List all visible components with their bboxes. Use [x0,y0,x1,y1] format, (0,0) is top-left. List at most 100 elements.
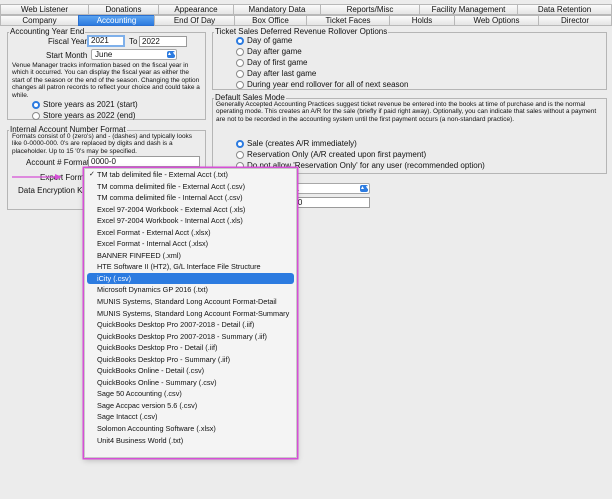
chevron-updown-icon: ▲▼ [167,51,177,58]
tab-ticket-faces[interactable]: Ticket Faces [306,15,389,26]
account-format-input[interactable]: 0000-0 [88,156,200,167]
right-partial-select[interactable]: da ▲▼ [286,183,370,194]
dropdown-item-label: Microsoft Dynamics GP 2016 (.txt) [97,285,208,295]
chevron-updown-icon: ▲▼ [360,185,370,192]
tab-data-retention[interactable]: Data Retention [517,4,612,15]
dropdown-item-label: QuickBooks Desktop Pro - Summary (.iif) [97,354,230,364]
accounting-year-description: Venue Manager tracks information based o… [12,62,200,99]
internal-account-description: Formats consist of 0 (zero's) and - (das… [12,133,193,155]
dropdown-item-label: MUNIS Systems, Standard Long Account For… [97,297,277,307]
dropdown-item-label: Unit4 Business World (.txt) [97,435,184,445]
dropdown-item[interactable]: Excel Format - Internal Acct (.xlsx) [85,238,296,250]
dropdown-item[interactable]: Excel 97-2004 Workbook - Internal Acct (… [85,215,296,227]
dropdown-item[interactable]: QuickBooks Online - Detail (.csv) [85,365,296,377]
dropdown-item-label: Excel Format - External Acct (.xlsx) [97,227,211,237]
dropdown-item[interactable]: BANNER FINFEED (.xml) [85,250,296,262]
dropdown-item[interactable]: TM comma delimited file - Internal Acct … [85,192,296,204]
dropdown-item[interactable]: HTE Software II (HT2), G/L Interface Fil… [85,261,296,273]
store-years-end-radio[interactable]: Store years as 2022 (end) [32,111,136,120]
tab-web-listener[interactable]: Web Listener [0,4,88,15]
to-label: To [129,37,138,46]
dropdown-item[interactable]: TM comma delimited file - External Acct … [85,181,296,193]
dropdown-item-label: iCity (.csv) [97,273,132,283]
tab-reports-misc[interactable]: Reports/Misc [320,4,419,15]
sales-mode-sale-radio[interactable]: Sale (creates A/R immediately) [236,139,357,148]
dropdown-item-label: Excel 97-2004 Workbook - Internal Acct (… [97,216,243,226]
dropdown-item[interactable]: MUNIS Systems, Standard Long Account For… [85,308,296,320]
rollover-day-after-game-radio[interactable]: Day after game [236,47,302,56]
dropdown-item[interactable]: MUNIS Systems, Standard Long Account For… [85,296,296,308]
rollover-day-after-last-game-radio[interactable]: Day after last game [236,69,316,78]
sales-mode-description: Generally Accepted Accounting Practices … [216,101,597,123]
dropdown-item[interactable]: Excel Format - External Acct (.xlsx) [85,227,296,239]
tab-web-options[interactable]: Web Options [454,15,538,26]
tab-appearance[interactable]: Appearance [158,4,233,15]
dropdown-item[interactable]: ✓ TM tab delimited file - External Acct (… [85,169,296,181]
dropdown-item-label: TM comma delimited file - External Acct … [97,181,245,191]
fiscal-year-input[interactable]: 2021 [87,35,125,47]
dropdown-item[interactable]: QuickBooks Desktop Pro - Detail (.iif) [85,342,296,354]
dropdown-item[interactable]: QuickBooks Online - Summary (.csv) [85,377,296,389]
tab-row-bottom: Company Accounting End Of Day Box Office… [0,15,612,26]
sales-mode-option-label: Sale (creates A/R immediately) [247,139,357,148]
dropdown-item-label: TM comma delimited file - Internal Acct … [97,193,243,203]
store-years-end-label: Store years as 2022 (end) [43,111,136,120]
store-years-start-label: Store years as 2021 (start) [43,100,138,109]
start-month-value: June [95,50,113,59]
account-format-label: Account # Format [26,158,90,167]
accounting-year-title: Accounting Year End [9,27,86,36]
dropdown-item[interactable]: QuickBooks Desktop Pro 2007-2018 - Summa… [85,331,296,343]
radio-selected-icon [32,100,40,109]
dropdown-item-label: QuickBooks Online - Summary (.csv) [97,377,217,387]
radio-empty-icon [236,69,244,78]
tab-facility-management[interactable]: Facility Management [419,4,517,15]
dropdown-item[interactable]: Sage Accpac version 5.6 (.csv) [85,400,296,412]
dropdown-item-label: QuickBooks Online - Detail (.csv) [97,366,205,376]
tab-box-office[interactable]: Box Office [234,15,306,26]
dropdown-item-highlighted[interactable]: iCity (.csv) [87,272,294,285]
dropdown-item-label: QuickBooks Desktop Pro 2007-2018 - Detai… [97,320,255,330]
tab-row-top: Web Listener Donations Appearance Mandat… [0,4,612,15]
dropdown-item[interactable]: Solomon Accounting Software (.xlsx) [85,423,296,435]
radio-selected-icon [236,36,244,45]
export-format-dropdown[interactable]: ✓ TM tab delimited file - External Acct (… [84,168,297,458]
right-partial-input[interactable]: 000 [286,197,370,208]
dropdown-item[interactable]: Sage 50 Accounting (.csv) [85,388,296,400]
tab-company[interactable]: Company [0,15,78,26]
store-years-start-radio[interactable]: Store years as 2021 (start) [32,100,138,109]
fiscal-year-label: Fiscal Year [48,37,88,46]
dropdown-item-label: Sage Intacct (.csv) [97,412,158,422]
rollover-year-end-radio[interactable]: During year end rollover for all of next… [236,80,408,89]
tab-mandatory-data[interactable]: Mandatory Data [233,4,320,15]
dropdown-item-label: QuickBooks Desktop Pro 2007-2018 - Summa… [97,331,267,341]
dropdown-item-label: HTE Software II (HT2), G/L Interface Fil… [97,262,261,272]
sales-mode-option-label: Reservation Only (A/R created upon first… [247,150,427,159]
dropdown-item-label: BANNER FINFEED (.xml) [97,250,181,260]
dropdown-item[interactable]: QuickBooks Desktop Pro 2007-2018 - Detai… [85,319,296,331]
rollover-option-label: Day of first game [247,58,308,67]
tab-director[interactable]: Director [538,15,612,26]
rollover-day-of-game-radio[interactable]: Day of game [236,36,292,45]
tab-donations[interactable]: Donations [88,4,158,15]
dropdown-item[interactable]: Microsoft Dynamics GP 2016 (.txt) [85,284,296,296]
dropdown-item-label: Excel Format - Internal Acct (.xlsx) [97,239,209,249]
rollover-title: Ticket Sales Deferred Revenue Rollover O… [214,27,389,36]
dropdown-item[interactable]: Excel 97-2004 Workbook - External Acct (… [85,204,296,216]
dropdown-item-label: QuickBooks Desktop Pro - Detail (.iif) [97,343,218,353]
rollover-option-label: Day of game [247,36,293,45]
rollover-day-of-first-game-radio[interactable]: Day of first game [236,58,307,67]
radio-empty-icon [236,80,244,89]
dropdown-item[interactable]: Unit4 Business World (.txt) [85,435,296,447]
data-encryption-label: Data Encryption Ke [18,186,87,195]
tab-holds[interactable]: Holds [389,15,454,26]
dropdown-item-label: Excel 97-2004 Workbook - External Acct (… [97,204,246,214]
tab-accounting[interactable]: Accounting [78,15,154,26]
to-year-input[interactable]: 2022 [139,36,187,47]
start-month-select[interactable]: June ▲▼ [91,49,177,60]
radio-empty-icon [236,58,244,67]
sales-mode-reservation-radio[interactable]: Reservation Only (A/R created upon first… [236,150,426,159]
start-month-label: Start Month [46,51,88,60]
tab-end-of-day[interactable]: End Of Day [154,15,234,26]
dropdown-item[interactable]: QuickBooks Desktop Pro - Summary (.iif) [85,354,296,366]
dropdown-item[interactable]: Sage Intacct (.csv) [85,411,296,423]
